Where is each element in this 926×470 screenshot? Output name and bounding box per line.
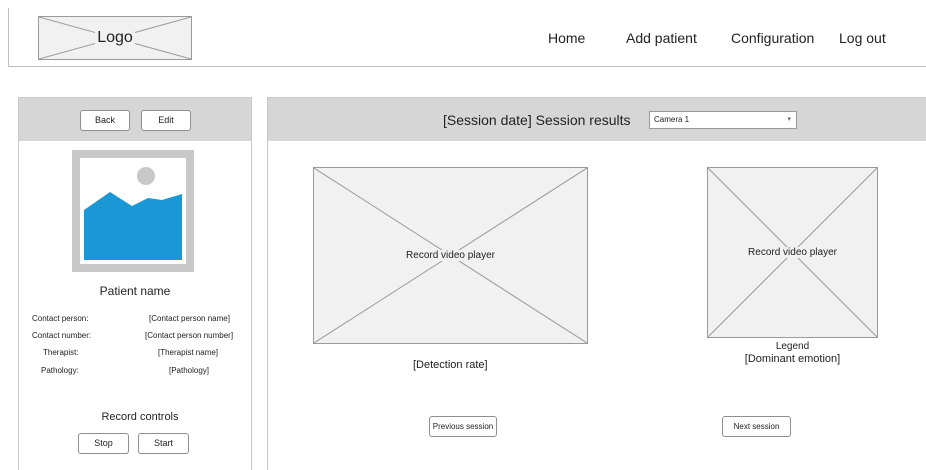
- record-controls-title: Record controls: [101, 411, 179, 423]
- start-button[interactable]: Start: [138, 433, 189, 454]
- session-title: [Session date] Session results: [443, 112, 631, 128]
- video-player-secondary[interactable]: Record video player: [707, 167, 878, 338]
- contact-number-value: [Contact person number]: [145, 331, 234, 340]
- video-player-main[interactable]: Record video player: [313, 167, 588, 344]
- contact-person-label: Contact person:: [32, 314, 89, 323]
- nav-add-patient[interactable]: Add patient: [626, 30, 697, 46]
- video-player-main-label: Record video player: [404, 250, 497, 261]
- patient-toolbar: [19, 98, 251, 141]
- logo: Logo: [38, 16, 192, 60]
- therapist-value: [Therapist name]: [158, 348, 219, 357]
- patient-photo: [72, 150, 194, 272]
- chevron-down-icon: ▾: [787, 116, 791, 123]
- detection-rate: [Detection rate]: [413, 359, 488, 371]
- pathology-label: Pathology:: [41, 366, 79, 375]
- contact-person-value: [Contact person name]: [149, 314, 230, 323]
- contact-number-label: Contact number:: [32, 331, 92, 340]
- camera-select[interactable]: Camera 1 ▾: [649, 111, 797, 129]
- camera-select-value: Camera 1: [654, 115, 690, 124]
- back-button[interactable]: Back: [80, 110, 130, 131]
- nav-configuration[interactable]: Configuration: [731, 30, 814, 46]
- legend-label: Legend: [775, 341, 810, 352]
- video-player-secondary-label: Record video player: [746, 247, 839, 258]
- therapist-label: Therapist:: [43, 348, 79, 357]
- edit-button[interactable]: Edit: [141, 110, 191, 131]
- dominant-emotion: [Dominant emotion]: [744, 353, 841, 365]
- previous-session-button[interactable]: Previous session: [429, 416, 497, 437]
- nav-home[interactable]: Home: [548, 30, 585, 46]
- logo-text: Logo: [95, 29, 135, 46]
- stop-button[interactable]: Stop: [78, 433, 129, 454]
- next-session-button[interactable]: Next session: [722, 416, 791, 437]
- pathology-value: [Pathology]: [169, 366, 210, 375]
- patient-name: Patient name: [99, 284, 171, 298]
- image-placeholder-icon: [80, 158, 186, 264]
- nav-log-out[interactable]: Log out: [839, 30, 886, 46]
